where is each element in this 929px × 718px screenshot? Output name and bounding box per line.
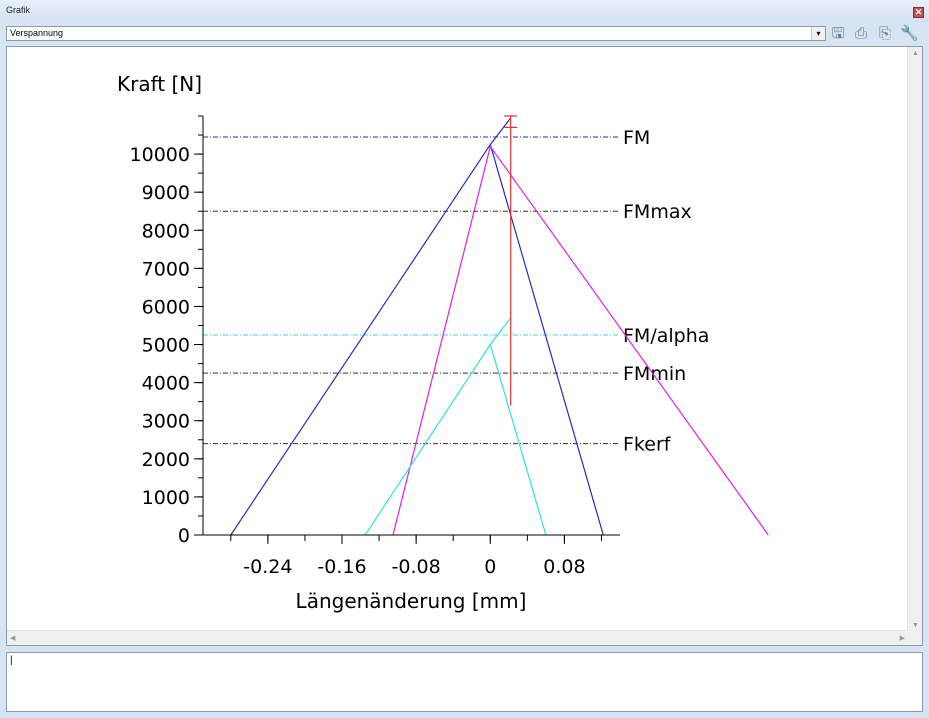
scroll-up-icon[interactable]: ▲ bbox=[912, 50, 919, 57]
y-tick-label: 2000 bbox=[142, 449, 190, 471]
y-tick-label: 3000 bbox=[142, 411, 190, 433]
scroll-down-icon[interactable]: ▼ bbox=[912, 622, 919, 629]
print-preview-icon[interactable]: ⎘ bbox=[876, 25, 894, 43]
toolbar: Verspannung ▾ 🖫 ⎙ ⎘ 🔧 bbox=[0, 22, 929, 46]
x-tick-label: 0 bbox=[484, 556, 496, 578]
y-axis-label: Kraft [N] bbox=[117, 72, 202, 96]
output-text: | bbox=[10, 655, 13, 666]
horizontal-scrollbar[interactable]: ◀ ▶ bbox=[7, 630, 908, 645]
y-tick-label: 10000 bbox=[130, 144, 190, 166]
series-line-3 bbox=[364, 317, 512, 536]
output-panel[interactable]: | bbox=[6, 652, 923, 712]
window-title: Grafik bbox=[6, 5, 31, 15]
chart-panel: FM FMmax FM/alpha FMmin Fkerf 0 1000 2000 3000 40… bbox=[6, 46, 923, 646]
chevron-down-icon[interactable]: ▾ bbox=[811, 27, 825, 40]
reference-label: FM bbox=[623, 127, 650, 149]
y-tick-label: 0 bbox=[178, 525, 190, 547]
y-tick-label: 9000 bbox=[142, 182, 190, 204]
y-tick-label: 6000 bbox=[142, 296, 190, 318]
series-line-2 bbox=[392, 145, 769, 536]
scroll-right-icon[interactable]: ▶ bbox=[900, 634, 905, 642]
scroll-corner bbox=[908, 631, 922, 645]
x-tick-label: 0.08 bbox=[543, 556, 585, 578]
y-tick-label: 7000 bbox=[142, 258, 190, 280]
y-tick-label: 4000 bbox=[142, 373, 190, 395]
y-tick-label: 5000 bbox=[142, 335, 190, 357]
series-line-0 bbox=[230, 117, 512, 536]
x-tick-label: -0.16 bbox=[317, 556, 366, 578]
y-tick-label: 1000 bbox=[142, 487, 190, 509]
y-tick-label: 8000 bbox=[142, 220, 190, 242]
chart-type-dropdown[interactable]: Verspannung ▾ bbox=[6, 26, 826, 41]
reference-label: FMmin bbox=[623, 363, 686, 385]
reference-label: Fkerf bbox=[623, 434, 672, 456]
reference-label: FMmax bbox=[623, 201, 692, 223]
reference-label: FM/alpha bbox=[623, 325, 709, 347]
x-tick-label: -0.08 bbox=[392, 556, 441, 578]
vertical-scrollbar[interactable]: ▲ ▼ bbox=[907, 47, 922, 632]
scroll-left-icon[interactable]: ◀ bbox=[10, 634, 15, 642]
settings-icon[interactable]: 🔧 bbox=[900, 25, 919, 43]
dropdown-value: Verspannung bbox=[10, 28, 64, 38]
window-titlebar: Grafik ✕ bbox=[0, 0, 929, 22]
series-line-1 bbox=[489, 144, 604, 536]
save-icon[interactable]: 🖫 bbox=[829, 25, 847, 43]
x-tick-label: -0.24 bbox=[243, 556, 292, 578]
force-displacement-chart: FM FMmax FM/alpha FMmin Fkerf 0 1000 2000 3000 40… bbox=[117, 72, 769, 613]
close-button[interactable]: ✕ bbox=[913, 7, 924, 18]
print-icon[interactable]: ⎙ bbox=[852, 25, 870, 43]
x-axis-label: Längenänderung [mm] bbox=[296, 589, 527, 613]
